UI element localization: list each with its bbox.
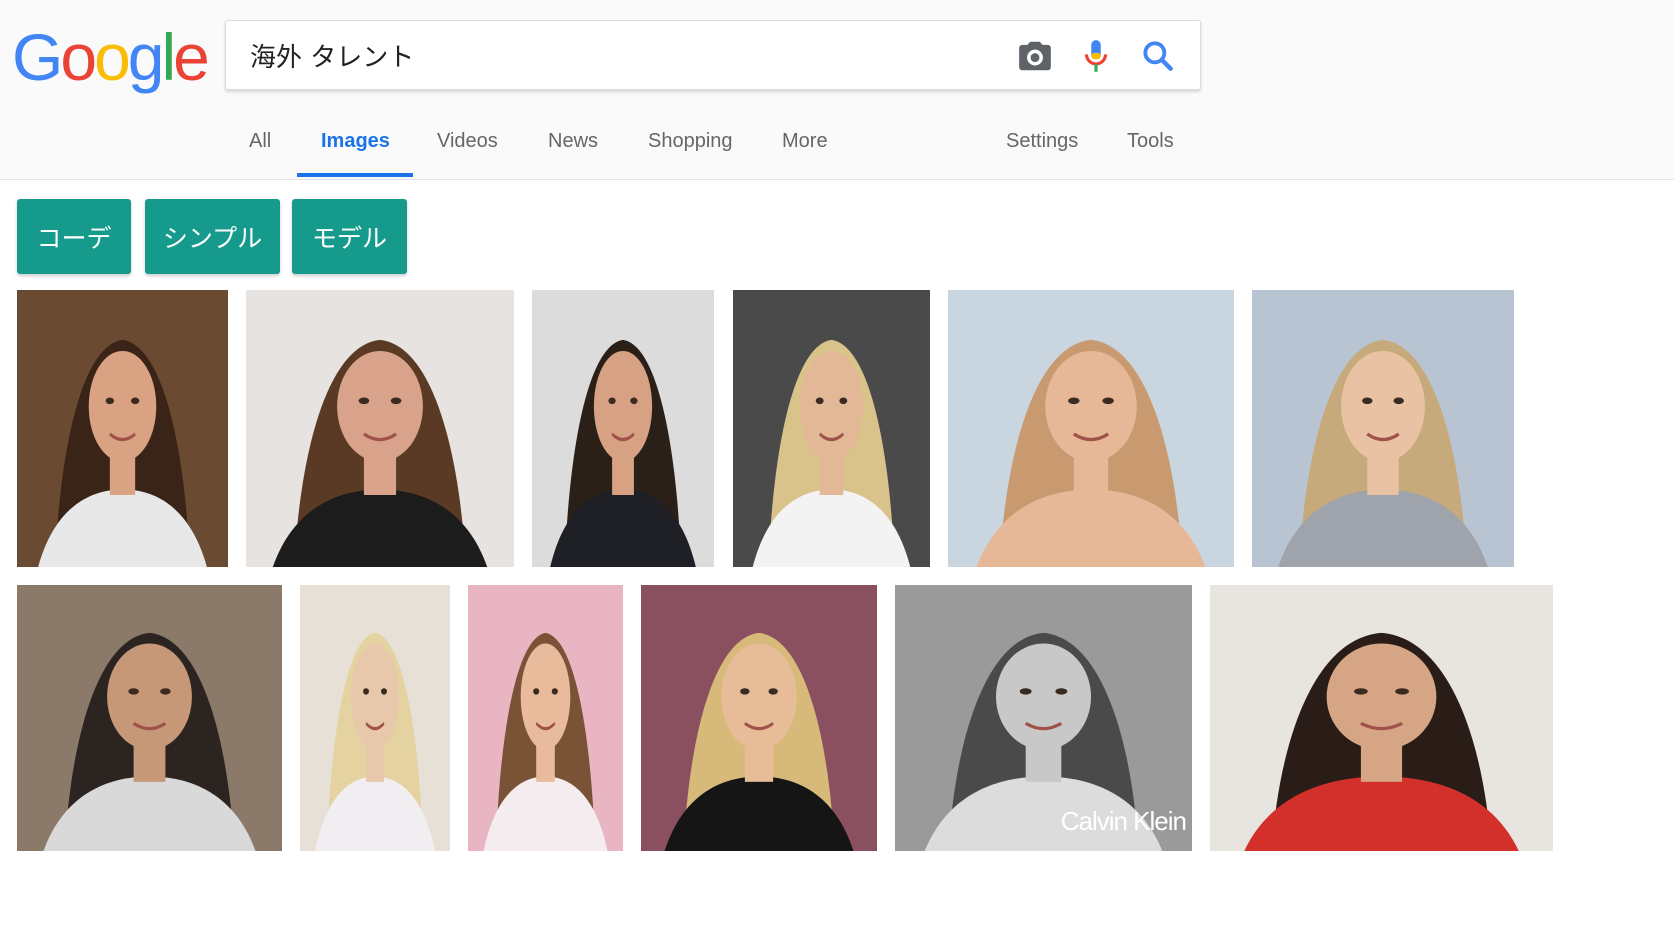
image-result-thumbnail[interactable] [246, 290, 514, 567]
microphone-icon[interactable] [1077, 37, 1115, 75]
search-icon[interactable] [1139, 37, 1177, 75]
tab-videos[interactable]: Videos [437, 130, 498, 153]
tab-images[interactable]: Images [321, 130, 390, 153]
chip-coordinate[interactable]: コーデ [17, 199, 131, 274]
thumbnail-caption: Calvin Klein [1060, 806, 1187, 836]
tab-settings[interactable]: Settings [1006, 130, 1078, 153]
image-result-thumbnail[interactable]: Calvin Klein [895, 585, 1192, 851]
logo-letter: e [173, 20, 210, 94]
image-result-thumbnail[interactable] [300, 585, 450, 851]
search-box [225, 20, 1201, 90]
camera-icon[interactable] [1016, 37, 1054, 75]
google-logo[interactable]: Google [12, 20, 210, 94]
image-result-thumbnail[interactable] [532, 290, 714, 567]
header-bar: Google All Images Videos News Shopping M… [0, 0, 1674, 180]
active-tab-indicator [297, 173, 413, 177]
chip-simple[interactable]: シンプル [145, 199, 280, 274]
image-result-thumbnail[interactable] [948, 290, 1234, 567]
tab-shopping[interactable]: Shopping [648, 130, 733, 153]
chip-model[interactable]: モデル [292, 199, 407, 274]
tab-more[interactable]: More [782, 130, 828, 153]
image-result-thumbnail[interactable] [1252, 290, 1514, 567]
logo-letter: G [12, 20, 63, 94]
logo-letter: o [60, 20, 97, 94]
tab-all[interactable]: All [249, 130, 271, 153]
search-input[interactable] [250, 35, 1010, 75]
logo-letter: g [127, 20, 165, 94]
image-result-thumbnail[interactable] [17, 585, 282, 851]
image-result-thumbnail[interactable] [17, 290, 228, 567]
image-result-thumbnail[interactable] [641, 585, 877, 851]
image-result-thumbnail[interactable] [1210, 585, 1553, 851]
tab-news[interactable]: News [548, 130, 598, 153]
logo-letter: l [161, 20, 177, 94]
image-result-thumbnail[interactable] [468, 585, 623, 851]
search-tabs: All Images Videos News Shopping More Set… [0, 118, 1674, 180]
logo-letter: o [94, 20, 131, 94]
image-result-thumbnail[interactable] [733, 290, 930, 567]
tab-tools[interactable]: Tools [1127, 130, 1174, 153]
